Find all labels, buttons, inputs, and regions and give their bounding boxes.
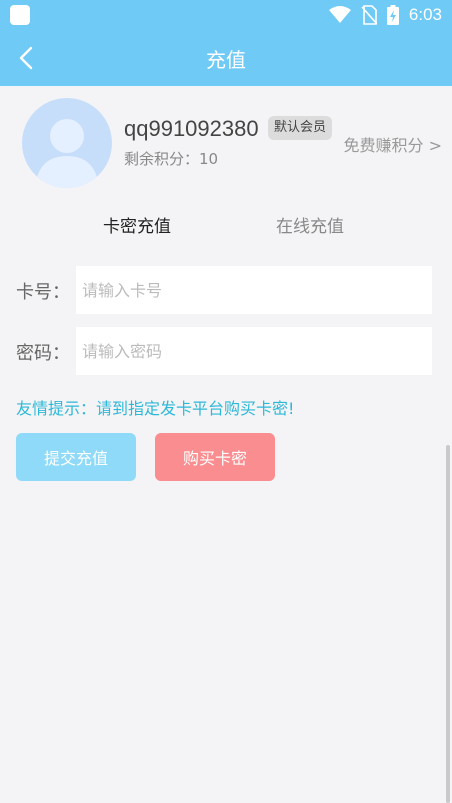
remaining-points: 剩余积分：10 xyxy=(124,150,219,168)
status-time: 6:03 xyxy=(408,5,442,24)
wifi-icon xyxy=(328,6,351,23)
card-number-row: 卡号： xyxy=(0,266,452,314)
password-input[interactable] xyxy=(76,327,432,375)
recharge-tabs: 卡密充值 在线充值 xyxy=(0,208,452,240)
card-number-input[interactable] xyxy=(76,266,432,314)
tab-online-recharge[interactable]: 在线充值 xyxy=(276,212,344,237)
no-sim-icon xyxy=(361,5,377,25)
app-notification-icon xyxy=(10,5,30,25)
profile-section: qq991092380 默认会员 剩余积分：10 免费赚积分 > xyxy=(0,96,452,192)
buy-card-button[interactable]: 购买卡密 xyxy=(155,433,275,481)
tab-card-recharge[interactable]: 卡密充值 xyxy=(103,212,171,237)
username: qq991092380 xyxy=(124,116,259,141)
status-icons: 6:03 xyxy=(328,4,442,26)
avatar[interactable] xyxy=(22,98,112,188)
friendly-tip: 友情提示：请到指定发卡平台购买卡密! xyxy=(16,399,295,418)
page-title: 充值 xyxy=(206,48,246,72)
member-badge: 默认会员 xyxy=(268,116,333,140)
top-bar: 6:03 充值 xyxy=(0,0,452,86)
password-label: 密码： xyxy=(16,343,70,364)
scrollbar[interactable] xyxy=(446,445,450,803)
card-number-label: 卡号： xyxy=(16,282,70,303)
header: 充值 xyxy=(0,30,452,86)
submit-recharge-button[interactable]: 提交充值 xyxy=(16,433,136,481)
password-row: 密码： xyxy=(0,327,452,375)
earn-points-link[interactable]: 免费赚积分 > xyxy=(344,132,443,156)
status-bar: 6:03 xyxy=(0,0,452,30)
user-silhouette-icon xyxy=(35,119,99,188)
battery-charging-icon xyxy=(386,5,399,25)
